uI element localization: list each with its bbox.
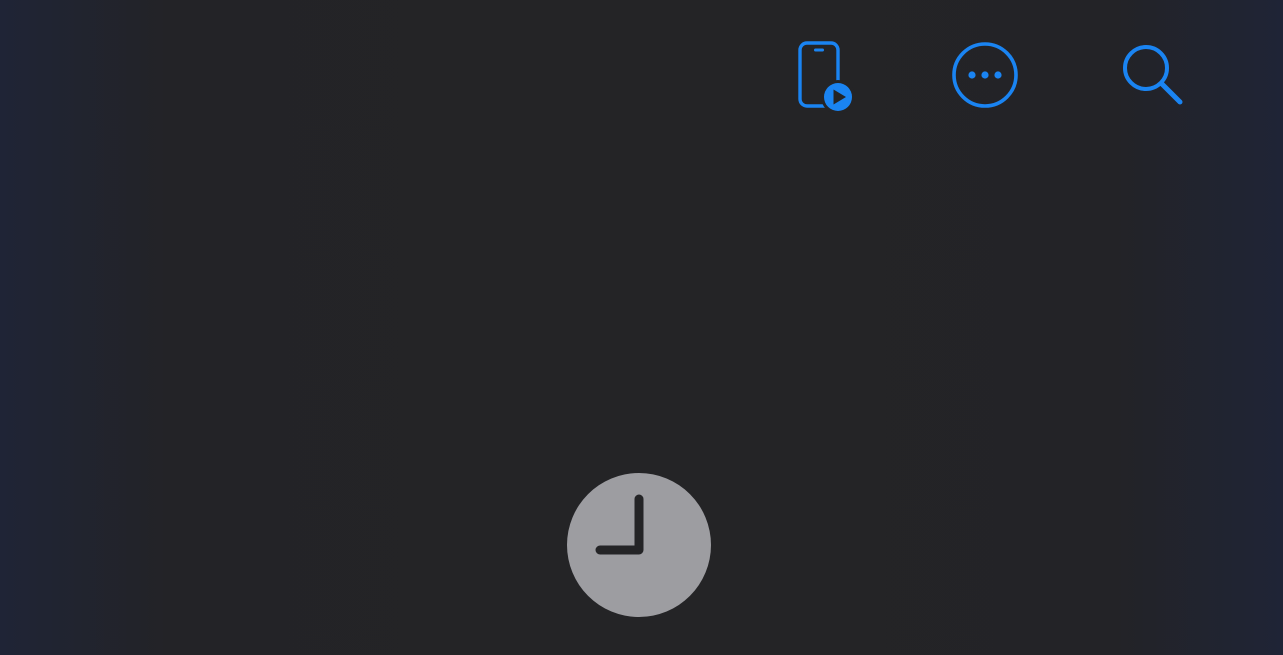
more-button[interactable] [948, 38, 1022, 112]
iphone-mirroring-button[interactable] [790, 38, 860, 114]
search-button[interactable] [1115, 38, 1189, 112]
iphone-mirroring-icon [798, 41, 855, 114]
magnifying-glass-icon [1123, 45, 1183, 105]
clock-icon [567, 473, 711, 617]
app-window [0, 0, 1283, 655]
empty-state [566, 472, 712, 618]
ellipsis-circle-icon [952, 42, 1018, 108]
toolbar [790, 38, 1210, 114]
